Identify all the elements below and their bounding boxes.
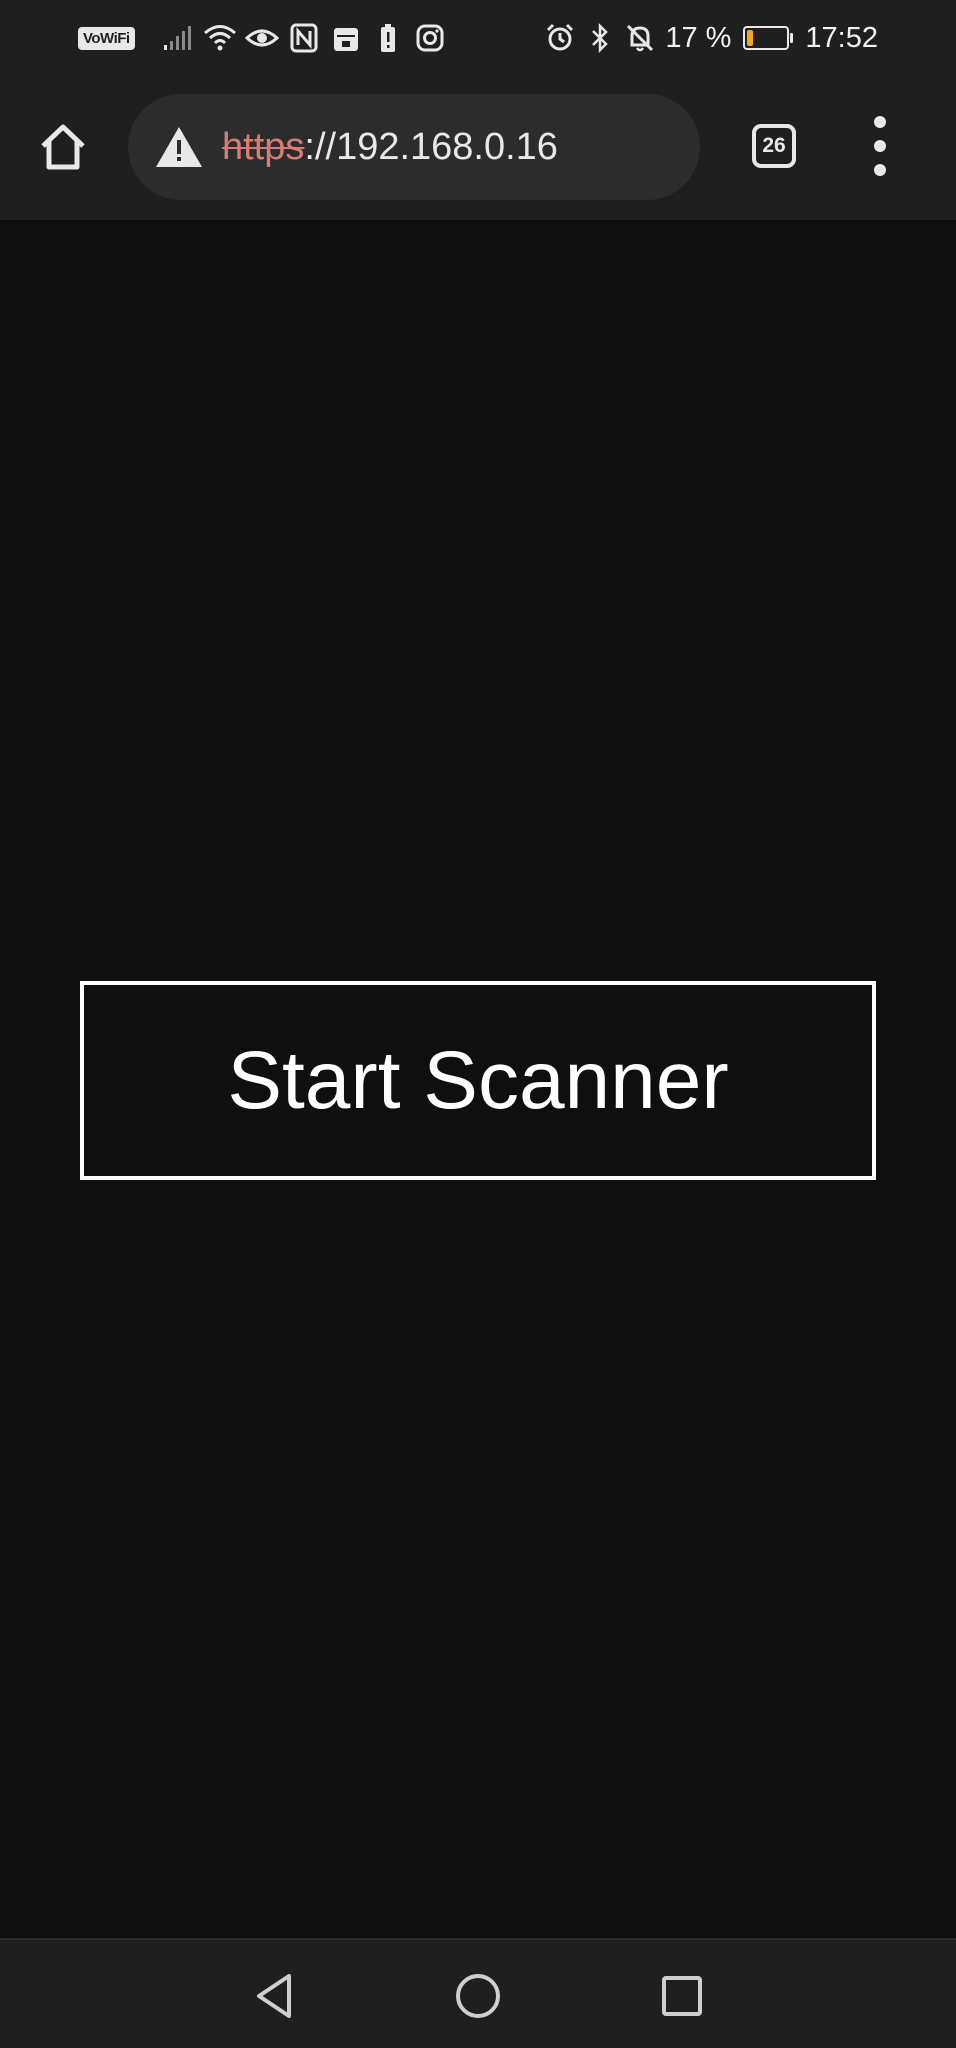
instagram-icon <box>413 21 447 55</box>
menu-dot <box>874 140 886 152</box>
battery-icon <box>743 26 794 50</box>
tab-switcher-button[interactable]: 26 <box>752 124 796 168</box>
status-bar-right: 17 % 17:52 <box>543 18 878 58</box>
start-scanner-button[interactable]: Start Scanner <box>80 981 876 1180</box>
navigation-bar <box>0 1938 956 2048</box>
home-icon <box>456 1974 500 2018</box>
bluetooth-icon <box>583 21 617 55</box>
tab-count: 26 <box>762 134 786 157</box>
bell-off-icon <box>623 21 657 55</box>
clock: 17:52 <box>805 21 878 54</box>
overflow-menu-button[interactable] <box>862 116 898 176</box>
back-button[interactable] <box>246 1968 302 2024</box>
battery-alert-icon <box>371 21 405 55</box>
menu-dot <box>874 164 886 176</box>
warning-icon[interactable] <box>154 122 204 172</box>
system-home-button[interactable] <box>450 1968 506 2024</box>
url-text[interactable]: https://192.168.0.16 <box>222 126 558 169</box>
home-button[interactable] <box>34 118 92 176</box>
recents-button[interactable] <box>654 1968 710 2024</box>
nfc-icon <box>287 21 321 55</box>
battery-percent: 17 % <box>665 21 732 54</box>
page-content: Start Scanner <box>0 220 956 1938</box>
home-icon <box>41 124 85 170</box>
status-bar: VoWiFi 17 % 17:52 <box>0 0 956 72</box>
address-bar[interactable]: https://192.168.0.16 <box>128 94 700 200</box>
vowifi-badge: VoWiFi <box>78 26 135 50</box>
back-icon <box>257 1974 291 2018</box>
menu-dot <box>874 116 886 128</box>
url-scheme: https <box>222 125 305 168</box>
signal-icon <box>161 21 195 55</box>
battery-level <box>747 30 754 46</box>
eye-icon <box>244 21 279 55</box>
wifi-icon <box>203 21 237 55</box>
recents-icon <box>662 1976 702 2016</box>
calendar-icon <box>329 21 363 55</box>
url-host: ://192.168.0.16 <box>304 125 558 168</box>
status-bar-left: VoWiFi <box>78 18 447 58</box>
alarm-icon <box>543 21 577 55</box>
browser-toolbar: https://192.168.0.16 26 <box>0 72 956 220</box>
